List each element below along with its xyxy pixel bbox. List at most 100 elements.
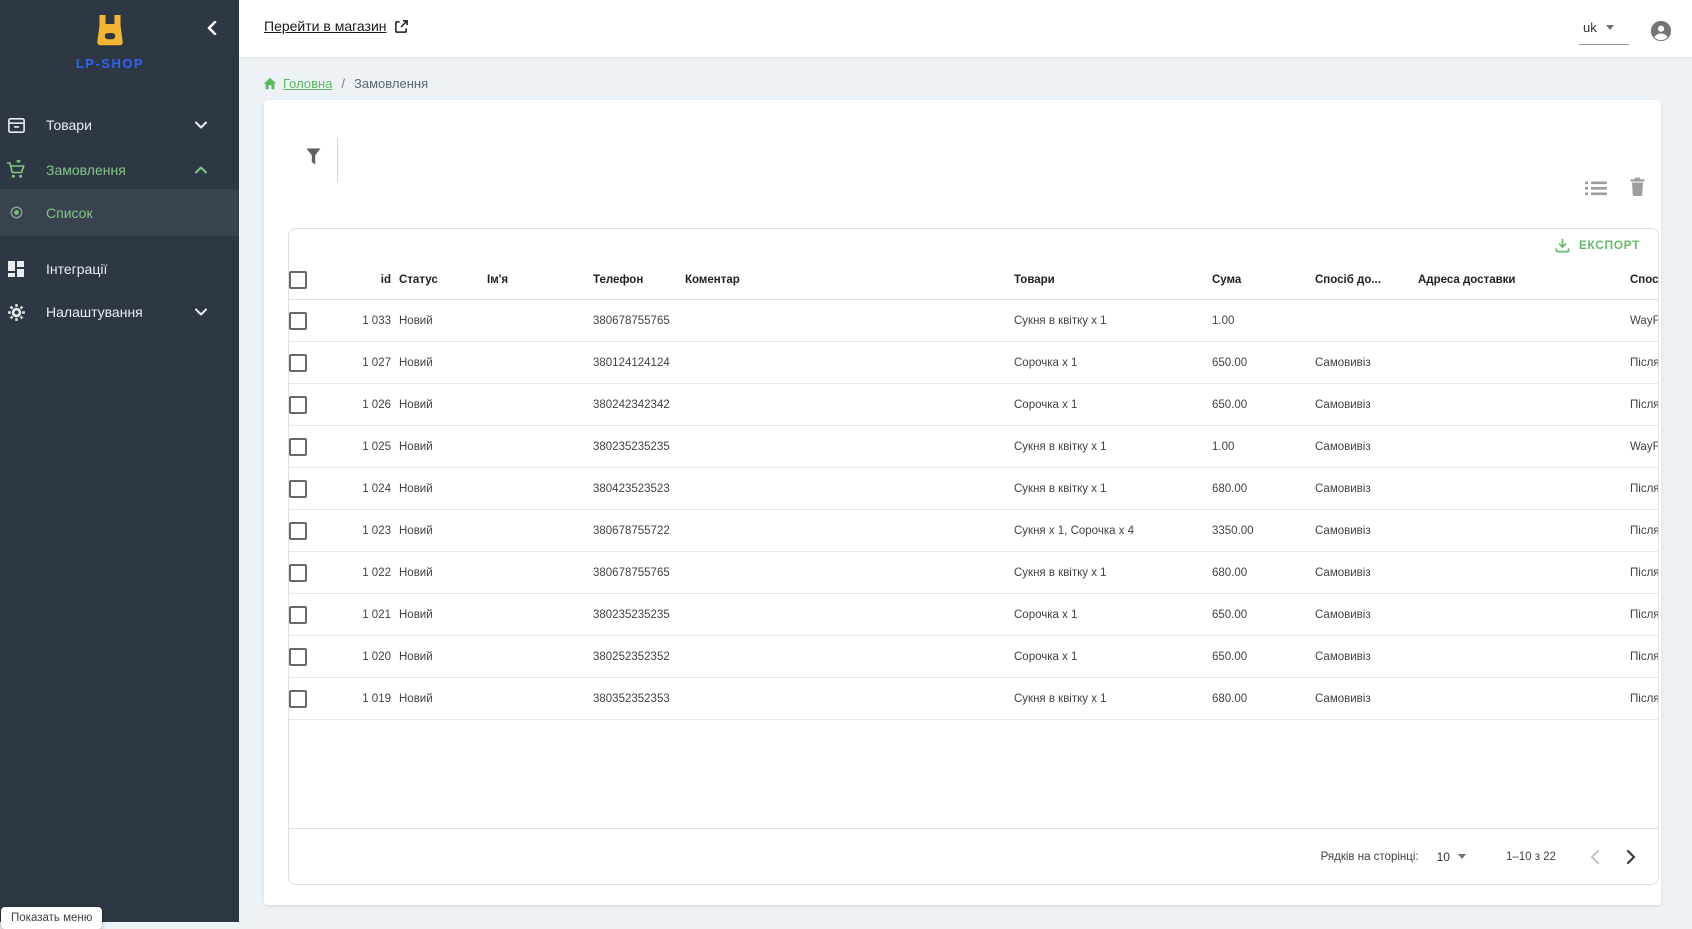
row-checkbox[interactable] <box>289 648 307 666</box>
table-row[interactable]: 1 023Новий380678755722Сукня х 1, Сорочка… <box>289 510 1659 552</box>
table-row[interactable]: 1 021Новий380235235235Сорочка х 1650.00С… <box>289 594 1659 636</box>
next-page-button[interactable] <box>1618 844 1644 870</box>
datagrid-card: ЕКСПОРТ idСтатусІм'яТелефонКоментарТовар… <box>288 228 1659 885</box>
cell-products: Сорочка х 1 <box>1014 384 1212 426</box>
cell-id: 1 027 <box>343 342 399 384</box>
sidebar-item-label: Список <box>46 205 93 221</box>
row-checkbox[interactable] <box>289 354 307 372</box>
table-row[interactable]: 1 020Новий380252352352Сорочка х 1650.00С… <box>289 636 1659 678</box>
table-row[interactable]: 1 022Новий380678755765Сукня в квітку х 1… <box>289 552 1659 594</box>
sidebar-item-label: Товари <box>46 117 92 133</box>
table-row[interactable]: 1 019Новий380352352353Сукня в квітку х 1… <box>289 678 1659 720</box>
breadcrumb-home-link[interactable]: Головна <box>263 76 332 91</box>
row-checkbox[interactable] <box>289 312 307 330</box>
cell-products: Сукня в квітку х 1 <box>1014 678 1212 720</box>
cell-status: Новий <box>399 300 487 342</box>
column-header-delivery_address[interactable]: Адреса доставки <box>1418 261 1630 300</box>
columns-button[interactable] <box>1582 176 1610 200</box>
cell-payment_method: Післяплата <box>1630 678 1659 720</box>
row-checkbox[interactable] <box>289 690 307 708</box>
column-header-delivery_method[interactable]: Спосіб до... <box>1315 261 1418 300</box>
row-checkbox[interactable] <box>289 522 307 540</box>
cell-comment <box>685 384 1014 426</box>
logo[interactable]: LP-SHOP <box>0 12 220 71</box>
rows-per-page-select[interactable]: 10 <box>1437 850 1466 864</box>
cell-phone: 380678755765 <box>593 552 685 594</box>
download-icon <box>1554 237 1571 254</box>
cell-delivery_address <box>1418 636 1630 678</box>
cell-delivery_method <box>1315 300 1418 342</box>
cell-comment <box>685 636 1014 678</box>
chevron-up-icon <box>195 161 207 179</box>
topbar: Перейти в магазин uk <box>239 0 1692 58</box>
sidebar-item-settings[interactable]: Налаштування <box>0 289 239 335</box>
row-checkbox[interactable] <box>289 438 307 456</box>
cell-payment_method: WayForPay <box>1630 300 1659 342</box>
cell-comment <box>685 594 1014 636</box>
cell-sum: 680.00 <box>1212 468 1315 510</box>
sidebar-item-label: Налаштування <box>46 304 143 320</box>
delete-button[interactable] <box>1624 174 1650 200</box>
column-header-payment_method[interactable]: Спосіб оп... <box>1630 261 1659 300</box>
go-to-store-label: Перейти в магазин <box>264 18 387 34</box>
cell-products: Сукня х 1, Сорочка х 4 <box>1014 510 1212 552</box>
table-row[interactable]: 1 024Новий380423523523Сукня в квітку х 1… <box>289 468 1659 510</box>
cell-name <box>487 552 593 594</box>
cell-status: Новий <box>399 342 487 384</box>
row-checkbox[interactable] <box>289 396 307 414</box>
row-checkbox[interactable] <box>289 480 307 498</box>
caret-down-icon <box>1458 854 1466 859</box>
gear-icon <box>6 302 26 322</box>
chevron-down-icon <box>195 303 207 321</box>
cell-sum: 3350.00 <box>1212 510 1315 552</box>
table-row[interactable]: 1 026Новий380242342342Сорочка х 1650.00С… <box>289 384 1659 426</box>
box-icon <box>6 115 26 135</box>
sidebar-item-products[interactable]: Товари <box>0 102 239 148</box>
row-checkbox[interactable] <box>289 564 307 582</box>
go-to-store-link[interactable]: Перейти в магазин <box>264 18 409 34</box>
breadcrumb: Головна / Замовлення <box>263 76 428 91</box>
cell-phone: 380252352352 <box>593 636 685 678</box>
previous-page-button[interactable] <box>1582 844 1608 870</box>
table-row[interactable]: 1 027Новий380124124124Сорочка х 1650.00С… <box>289 342 1659 384</box>
cell-sum: 650.00 <box>1212 342 1315 384</box>
cell-delivery_method: Самовивіз <box>1315 342 1418 384</box>
export-button[interactable]: ЕКСПОРТ <box>1548 235 1646 256</box>
cell-sum: 650.00 <box>1212 636 1315 678</box>
cell-status: Новий <box>399 468 487 510</box>
pagination-range: 1–10 з 22 <box>1506 851 1556 863</box>
cell-id: 1 020 <box>343 636 399 678</box>
column-header-phone[interactable]: Телефон <box>593 261 685 300</box>
table-row[interactable]: 1 033Новий380678755765Сукня в квітку х 1… <box>289 300 1659 342</box>
orders-table: idСтатусІм'яТелефонКоментарТовариСумаСпо… <box>289 261 1659 720</box>
cell-status: Новий <box>399 678 487 720</box>
column-header-comment[interactable]: Коментар <box>685 261 1014 300</box>
column-header-status[interactable]: Статус <box>399 261 487 300</box>
select-all-checkbox[interactable] <box>289 271 307 289</box>
view-list-icon <box>1585 181 1607 196</box>
cell-delivery_method: Самовивіз <box>1315 552 1418 594</box>
sidebar-item-orders-list[interactable]: Список <box>0 189 239 236</box>
cell-comment <box>685 300 1014 342</box>
cell-sum: 650.00 <box>1212 384 1315 426</box>
cell-status: Новий <box>399 510 487 552</box>
column-header-products[interactable]: Товари <box>1014 261 1212 300</box>
cell-id: 1 026 <box>343 384 399 426</box>
account-circle-icon <box>1650 20 1672 42</box>
column-header-sum[interactable]: Сума <box>1212 261 1315 300</box>
table-row[interactable]: 1 025Новий380235235235Сукня в квітку х 1… <box>289 426 1659 468</box>
column-header-name[interactable]: Ім'я <box>487 261 593 300</box>
column-header-id[interactable]: id <box>343 261 399 300</box>
row-select-cell <box>289 384 343 426</box>
row-checkbox[interactable] <box>289 606 307 624</box>
cell-id: 1 025 <box>343 426 399 468</box>
language-select[interactable]: uk <box>1579 20 1633 45</box>
sidebar-item-integrations[interactable]: Інтеграції <box>0 246 239 292</box>
main-content: Головна / Замовлення <box>239 58 1692 922</box>
sidebar: LP-SHOP Товари Замовлення Список Інтегра… <box>0 0 239 922</box>
filter-button[interactable] <box>300 142 326 172</box>
sidebar-item-orders[interactable]: Замовлення <box>0 147 239 193</box>
user-avatar-button[interactable] <box>1650 20 1672 42</box>
select-all-header-cell <box>289 261 343 300</box>
cell-status: Новий <box>399 384 487 426</box>
